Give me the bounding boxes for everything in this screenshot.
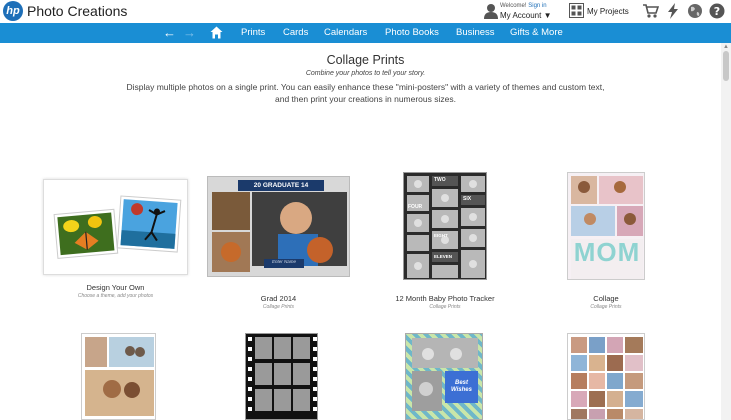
- my-projects-label: My Projects: [587, 7, 629, 16]
- product-thumbnail[interactable]: Best Wishes: [405, 333, 483, 420]
- product-name[interactable]: Design Your Own: [43, 283, 188, 292]
- best-wishes-text: Best Wishes: [451, 380, 472, 393]
- collage-sample-image: [53, 195, 182, 259]
- product-name[interactable]: Grad 2014: [207, 294, 350, 303]
- product-thumbnail[interactable]: [567, 333, 645, 420]
- scroll-up-icon[interactable]: ▲: [723, 44, 729, 50]
- page-subtitle: Combine your photos to tell your story.: [305, 70, 426, 77]
- projects-icon: [569, 3, 584, 18]
- forward-arrow-icon[interactable]: →: [183, 25, 196, 40]
- globe-icon[interactable]: [687, 3, 703, 19]
- cart-icon[interactable]: [643, 3, 659, 19]
- product-subtitle: Collage Prints: [590, 304, 622, 310]
- tracker-label-six: SIX: [463, 196, 472, 202]
- product-thumbnail[interactable]: [43, 179, 188, 275]
- tracker-label-eight: EIGHT: [434, 233, 448, 238]
- nav-gifts-more[interactable]: Gifts & More: [510, 27, 563, 38]
- svg-text:?: ?: [714, 5, 720, 18]
- grad-name-caption: Enter Name: [271, 259, 296, 264]
- tracker-label-two: TWO: [434, 177, 446, 183]
- lightning-icon[interactable]: [665, 3, 681, 19]
- product-thumbnail[interactable]: [245, 333, 318, 420]
- user-icon: [484, 4, 498, 19]
- product-thumbnail[interactable]: TWO FOUR SIX EIGHT ELEVEN: [403, 172, 487, 280]
- my-account-link[interactable]: My Account ▼: [500, 11, 552, 20]
- product-subtitle: Collage Prints: [429, 304, 461, 310]
- nav-cards[interactable]: Cards: [283, 27, 308, 38]
- collage-word: MOM: [573, 237, 641, 267]
- grad-banner: 20 GRADUATE 14: [238, 180, 324, 191]
- product-thumbnail[interactable]: 20 GRADUATE 14 Enter Name: [207, 176, 350, 277]
- product-thumbnail[interactable]: [81, 333, 156, 420]
- tracker-label-eleven: ELEVEN: [434, 254, 453, 259]
- photo-grid-image: [571, 337, 643, 419]
- nav-calendars[interactable]: Calendars: [324, 27, 367, 38]
- welcome-text: Welcome! Sign in: [500, 3, 547, 9]
- best-wishes-image: [412, 338, 478, 411]
- product-thumbnail[interactable]: MOM: [567, 172, 645, 280]
- home-icon[interactable]: [210, 26, 223, 39]
- product-name[interactable]: Collage: [556, 294, 656, 303]
- nav-business[interactable]: Business: [456, 27, 495, 38]
- help-icon[interactable]: ?: [709, 3, 725, 19]
- filmstrip-image: [248, 337, 317, 411]
- top-bar: hp Photo Creations Welcome! Sign in My A…: [0, 0, 731, 23]
- nav-prints[interactable]: Prints: [241, 27, 265, 38]
- back-arrow-icon[interactable]: ←: [163, 25, 176, 40]
- baby-tracker-grid-image: [407, 176, 485, 278]
- tracker-label-four: FOUR: [408, 204, 423, 210]
- brand-name[interactable]: Photo Creations: [27, 3, 127, 19]
- scrollbar-thumb[interactable]: [723, 51, 729, 81]
- nav-photo-books[interactable]: Photo Books: [385, 27, 439, 38]
- product-subtitle: Collage Prints: [262, 304, 295, 310]
- product-name[interactable]: 12 Month Baby Photo Tracker: [380, 294, 510, 303]
- app-window: hp Photo Creations Welcome! Sign in My A…: [0, 0, 731, 420]
- page-description: Display multiple photos on a single prin…: [126, 82, 605, 104]
- page-title: Collage Prints: [326, 53, 405, 67]
- sign-in-link[interactable]: Sign in: [528, 3, 546, 9]
- product-subtitle: Choose a theme, add your photos: [77, 293, 154, 299]
- vertical-scrollbar[interactable]: ▲: [721, 43, 731, 420]
- hp-logo[interactable]: hp: [3, 1, 23, 21]
- family-collage-image: [85, 337, 154, 416]
- main-nav: ← → Prints Cards Calendars Photo Books B…: [0, 23, 731, 43]
